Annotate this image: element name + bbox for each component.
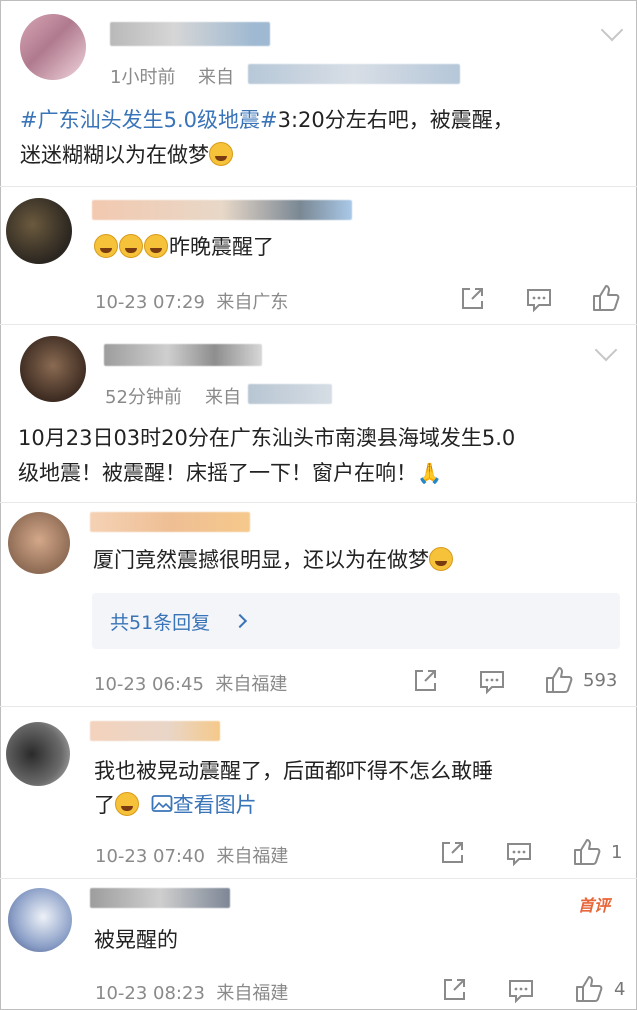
like-icon[interactable] (591, 283, 621, 313)
comment-icon[interactable] (525, 287, 553, 313)
comment-icon[interactable] (478, 669, 506, 695)
reply-text-line2: 了 查看图片 (94, 789, 257, 822)
comment-time: 52分钟前 (105, 387, 182, 408)
comment-icon[interactable] (505, 841, 533, 867)
reply-meta: 10-23 07:40 来自福建 (95, 846, 289, 867)
divider (0, 186, 637, 187)
share-icon[interactable] (440, 976, 468, 1004)
chevron-right-icon (232, 613, 248, 629)
avatar[interactable] (6, 198, 72, 264)
reply-text: 被晃醒的 (94, 928, 178, 952)
avatar[interactable] (8, 512, 70, 574)
avatar[interactable] (20, 14, 86, 80)
like-icon[interactable] (574, 974, 604, 1004)
comment-text-line2: 迷迷糊糊以为在做梦 (20, 139, 234, 172)
like-count: 4 (614, 979, 626, 1000)
view-replies-link[interactable]: 共51条回复 (110, 608, 210, 635)
username-blurred[interactable] (90, 512, 250, 532)
source-label: 来自 (205, 387, 241, 408)
crying-emoji-icon (429, 547, 453, 571)
reply-text-content: 昨晚震醒了 (169, 235, 274, 259)
reply-text-line2-content: 了 (94, 793, 115, 817)
divider (0, 502, 637, 503)
hashtag-link[interactable]: #广东汕头发生5.0级地震# (20, 108, 278, 132)
like-count: 593 (583, 670, 618, 691)
image-icon[interactable] (151, 794, 173, 814)
reply-text: 昨晚震醒了 (94, 231, 274, 264)
comment-text: #广东汕头发生5.0级地震#3:20分左右吧，被震醒， (20, 104, 514, 137)
replies-box[interactable]: 共51条回复 (92, 593, 620, 649)
share-icon[interactable] (458, 285, 486, 313)
reply-text: 厦门竟然震撼很明显，还以为在做梦 (93, 544, 454, 577)
reply-meta: 10-23 07:29 来自广东 (95, 292, 289, 313)
laugh-cry-emoji-icon (144, 234, 168, 258)
reply-text: 我也被晃动震醒了，后面都吓得不怎么敢睡 (94, 759, 493, 783)
avatar[interactable] (6, 722, 70, 786)
like-icon[interactable] (572, 837, 602, 867)
reply-meta: 10-23 08:23 来自福建 (95, 983, 289, 1004)
source-device-blurred (248, 384, 332, 404)
view-image-link[interactable]: 查看图片 (173, 793, 257, 817)
username-blurred[interactable] (92, 200, 352, 220)
laugh-cry-emoji-icon (209, 142, 233, 166)
divider (0, 324, 637, 325)
source-label: 来自 (198, 67, 234, 88)
like-count: 1 (611, 842, 623, 863)
comment-time: 1小时前 (110, 67, 176, 88)
comment-icon[interactable] (507, 978, 535, 1004)
username-blurred[interactable] (90, 888, 230, 908)
divider (0, 878, 637, 879)
source-device-blurred (248, 64, 460, 84)
reply-meta: 10-23 06:45 来自福建 (94, 674, 288, 695)
username-blurred[interactable] (90, 721, 220, 741)
avatar[interactable] (8, 888, 72, 952)
laugh-cry-emoji-icon (94, 234, 118, 258)
username-blurred[interactable] (110, 22, 270, 46)
reply-text-content: 厦门竟然震撼很明显，还以为在做梦 (93, 548, 429, 572)
pray-hands-icon: 🙏 (417, 461, 442, 485)
comment-text-line2-content: 级地震！被震醒！床摇了一下！窗户在响！ (18, 461, 417, 485)
username-blurred[interactable] (104, 344, 262, 366)
comment-text-line2: 级地震！被震醒！床摇了一下！窗户在响！🙏 (18, 457, 442, 490)
avatar[interactable] (20, 336, 86, 402)
like-icon[interactable] (544, 665, 574, 695)
divider (0, 706, 637, 707)
comment-text-line2-content: 迷迷糊糊以为在做梦 (20, 143, 209, 167)
crying-emoji-icon (115, 792, 139, 816)
comment-text: 10月23日03时20分在广东汕头市南澳县海域发生5.0 (18, 426, 516, 450)
first-comment-badge: 首评 (578, 896, 611, 915)
laugh-cry-emoji-icon (119, 234, 143, 258)
share-icon[interactable] (411, 667, 439, 695)
share-icon[interactable] (438, 839, 466, 867)
comment-text-rest: 3:20分左右吧，被震醒， (277, 108, 514, 132)
